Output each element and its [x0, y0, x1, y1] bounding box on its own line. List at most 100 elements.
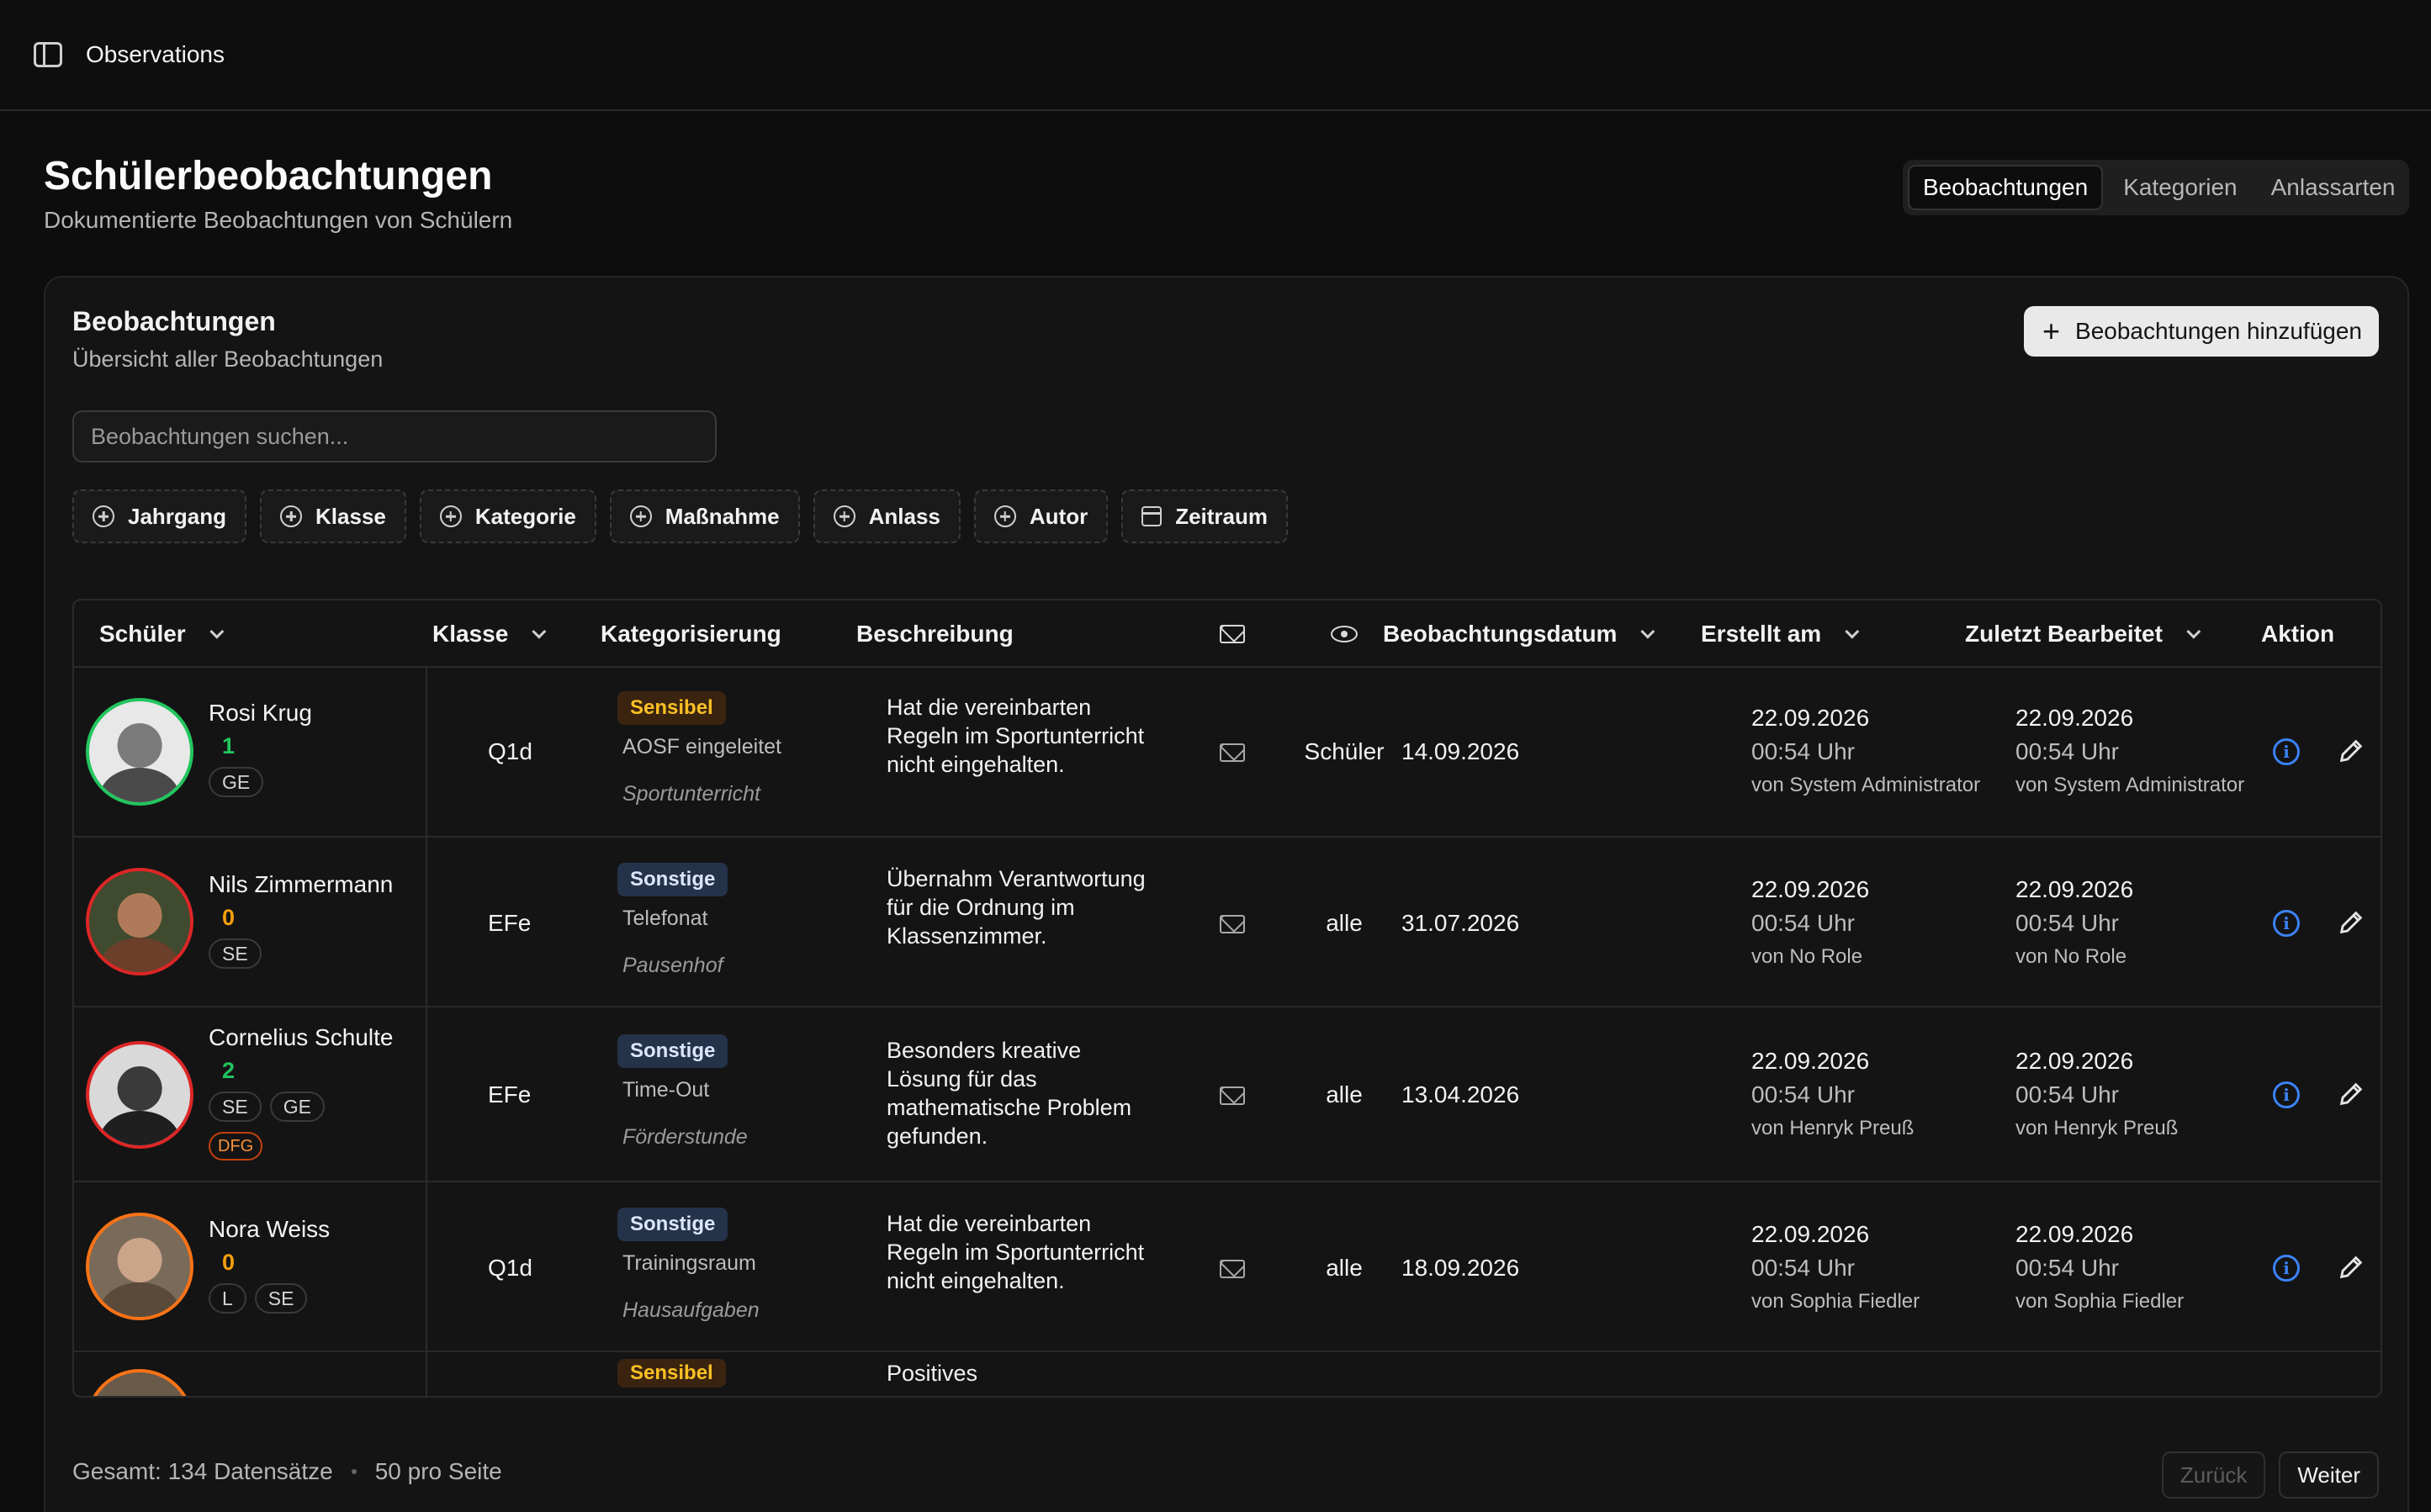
- filter-bar: Jahrgang Klasse Kategorie Maßnahme Anlas…: [72, 489, 1289, 543]
- tab-beobachtungen[interactable]: Beobachtungen: [1908, 165, 2104, 210]
- massnahme-text: AOSF eingeleitet: [622, 735, 781, 759]
- mail-icon: [1220, 625, 1245, 643]
- pagination: Zurück Weiter: [2161, 1451, 2379, 1499]
- table-row[interactable]: Rosi Krug 1 GE Q1d Sensibel AOSF eingele…: [74, 668, 2381, 838]
- created-time: 00:54 Uhr: [1751, 738, 1855, 764]
- category-badge: Sonstige: [617, 863, 728, 896]
- description-text: Übernahm Verantwortung für die Ordnung i…: [887, 866, 1146, 949]
- col-label: Schüler: [99, 621, 186, 647]
- student-name[interactable]: Rosi Krug: [209, 700, 312, 727]
- info-icon[interactable]: i: [2273, 738, 2300, 765]
- edited-time: 00:54 Uhr: [2015, 910, 2119, 936]
- pencil-icon[interactable]: [2337, 908, 2365, 937]
- sidebar-toggle-icon[interactable]: [34, 42, 62, 67]
- observation-count: 1: [222, 733, 236, 759]
- anlass-text: Hausaufgaben: [622, 1298, 760, 1322]
- avatar: [86, 1369, 193, 1396]
- pencil-icon[interactable]: [2337, 1253, 2365, 1282]
- anlass-text: Pausenhof: [622, 954, 723, 977]
- col-schueler[interactable]: Schüler: [99, 600, 225, 668]
- massnahme-text: Telefonat: [622, 907, 708, 930]
- description-text: Besonders kreative Lösung für das mathem…: [887, 1038, 1132, 1149]
- edited-by: von Henryk Preuß: [2015, 1117, 2179, 1139]
- pencil-icon[interactable]: [2337, 737, 2365, 765]
- filter-jahrgang[interactable]: Jahrgang: [72, 489, 247, 543]
- klasse-value: Q1d: [488, 1255, 532, 1281]
- chevron-down-icon: [209, 624, 225, 639]
- filter-autor[interactable]: Autor: [973, 489, 1109, 543]
- visibility-value: alle: [1326, 1081, 1363, 1108]
- plus-circle-icon: [833, 505, 855, 527]
- col-beobachtungsdatum[interactable]: Beobachtungsdatum: [1383, 600, 1655, 668]
- info-icon[interactable]: i: [2273, 1255, 2300, 1282]
- mail-x-icon: [1220, 915, 1245, 933]
- tag-list: GE: [209, 767, 264, 797]
- student-name[interactable]: Nils Zimmermann: [209, 871, 393, 898]
- plus-circle-icon: [280, 505, 303, 527]
- chevron-down-icon: [532, 624, 547, 639]
- anlass-text: Sportunterricht: [622, 782, 760, 806]
- tag-list: L SE: [209, 1283, 308, 1314]
- observations-table: Schüler Klasse Kategorisierung Beschreib…: [72, 599, 2382, 1398]
- page-subtitle: Dokumentierte Beobachtungen von Schülern: [44, 207, 513, 233]
- col-label: Erstellt am: [1701, 621, 1822, 647]
- created-date: 22.09.2026: [1751, 876, 1870, 902]
- col-label: Klasse: [432, 621, 509, 647]
- top-bar: Observations: [0, 0, 2431, 111]
- table-row[interactable]: Nils Zimmermann 0 SE EFe Sonstige Telefo…: [74, 838, 2381, 1007]
- separator-dot: [351, 1469, 357, 1474]
- tag-list: SE: [209, 938, 262, 969]
- card-subtitle: Übersicht aller Beobachtungen: [72, 346, 384, 372]
- next-page-button[interactable]: Weiter: [2279, 1451, 2379, 1499]
- col-erstellt[interactable]: Erstellt am: [1701, 600, 1860, 668]
- chevron-down-icon: [1845, 624, 1860, 639]
- plus-circle-icon: [93, 505, 114, 527]
- created-date: 22.09.2026: [1751, 705, 1870, 731]
- tag-pill: GE: [209, 767, 264, 797]
- table-row[interactable]: Nora Weiss 0 L SE Q1d Sonstige Trainings…: [74, 1182, 2381, 1352]
- student-name[interactable]: Nora Weiss: [209, 1216, 330, 1243]
- plus-circle-icon: [439, 505, 462, 527]
- mail-x-icon: [1220, 1260, 1245, 1278]
- pencil-icon[interactable]: [2337, 1080, 2365, 1108]
- prev-page-button[interactable]: Zurück: [2161, 1451, 2266, 1499]
- page-size[interactable]: 50 pro Seite: [375, 1458, 502, 1485]
- add-observation-button[interactable]: + Beobachtungen hinzufügen: [2024, 306, 2379, 357]
- edited-time: 00:54 Uhr: [2015, 1255, 2119, 1281]
- pagination-summary: Gesamt: 134 Datensätze 50 pro Seite: [72, 1458, 502, 1485]
- view-tabs: Beobachtungen Kategorien Anlassarten: [1903, 160, 2409, 215]
- info-icon[interactable]: i: [2273, 1081, 2300, 1108]
- add-observation-label: Beobachtungen hinzufügen: [2075, 318, 2362, 344]
- table-row[interactable]: Cornelius Schulte 2 SE GE DFG EFe Sonsti…: [74, 1007, 2381, 1182]
- col-bearbeitet[interactable]: Zuletzt Bearbeitet: [1965, 600, 2201, 668]
- dfg-tag: DFG: [209, 1132, 263, 1160]
- filter-klasse[interactable]: Klasse: [260, 489, 406, 543]
- created-by: von No Role: [1751, 945, 1863, 968]
- filter-zeitraum[interactable]: Zeitraum: [1121, 489, 1289, 543]
- card-title: Beobachtungen: [72, 306, 276, 336]
- filter-massnahme[interactable]: Maßnahme: [609, 489, 800, 543]
- description-text: Hat die vereinbarten Regeln im Sportunte…: [887, 1211, 1145, 1293]
- tag-pill: SE: [209, 938, 262, 969]
- total-records: Gesamt: 134 Datensätze: [72, 1458, 333, 1484]
- klasse-value: Q1d: [488, 738, 532, 764]
- tab-anlassarten[interactable]: Anlassarten: [2258, 165, 2409, 210]
- search-input[interactable]: [91, 423, 715, 450]
- filter-label: Zeitraum: [1175, 503, 1268, 529]
- tag-pill: GE: [269, 1092, 325, 1122]
- plus-circle-icon: [993, 505, 1016, 527]
- anlass-text: Förderstunde: [622, 1125, 748, 1149]
- col-klasse[interactable]: Klasse: [432, 600, 547, 668]
- table-row-partial[interactable]: Sensibel Positives: [74, 1357, 2381, 1396]
- search-field[interactable]: [72, 410, 717, 463]
- tab-kategorien[interactable]: Kategorien: [2110, 165, 2250, 210]
- info-icon[interactable]: i: [2273, 910, 2300, 937]
- massnahme-text: Trainingsraum: [622, 1251, 756, 1275]
- tag-pill: L: [209, 1283, 246, 1314]
- filter-anlass[interactable]: Anlass: [813, 489, 961, 543]
- observation-count: 0: [222, 905, 236, 930]
- visibility-value: Schüler: [1304, 738, 1385, 764]
- filter-kategorie[interactable]: Kategorie: [419, 489, 596, 543]
- student-name[interactable]: Cornelius Schulte: [209, 1024, 393, 1051]
- category-badge: Sonstige: [617, 1034, 728, 1068]
